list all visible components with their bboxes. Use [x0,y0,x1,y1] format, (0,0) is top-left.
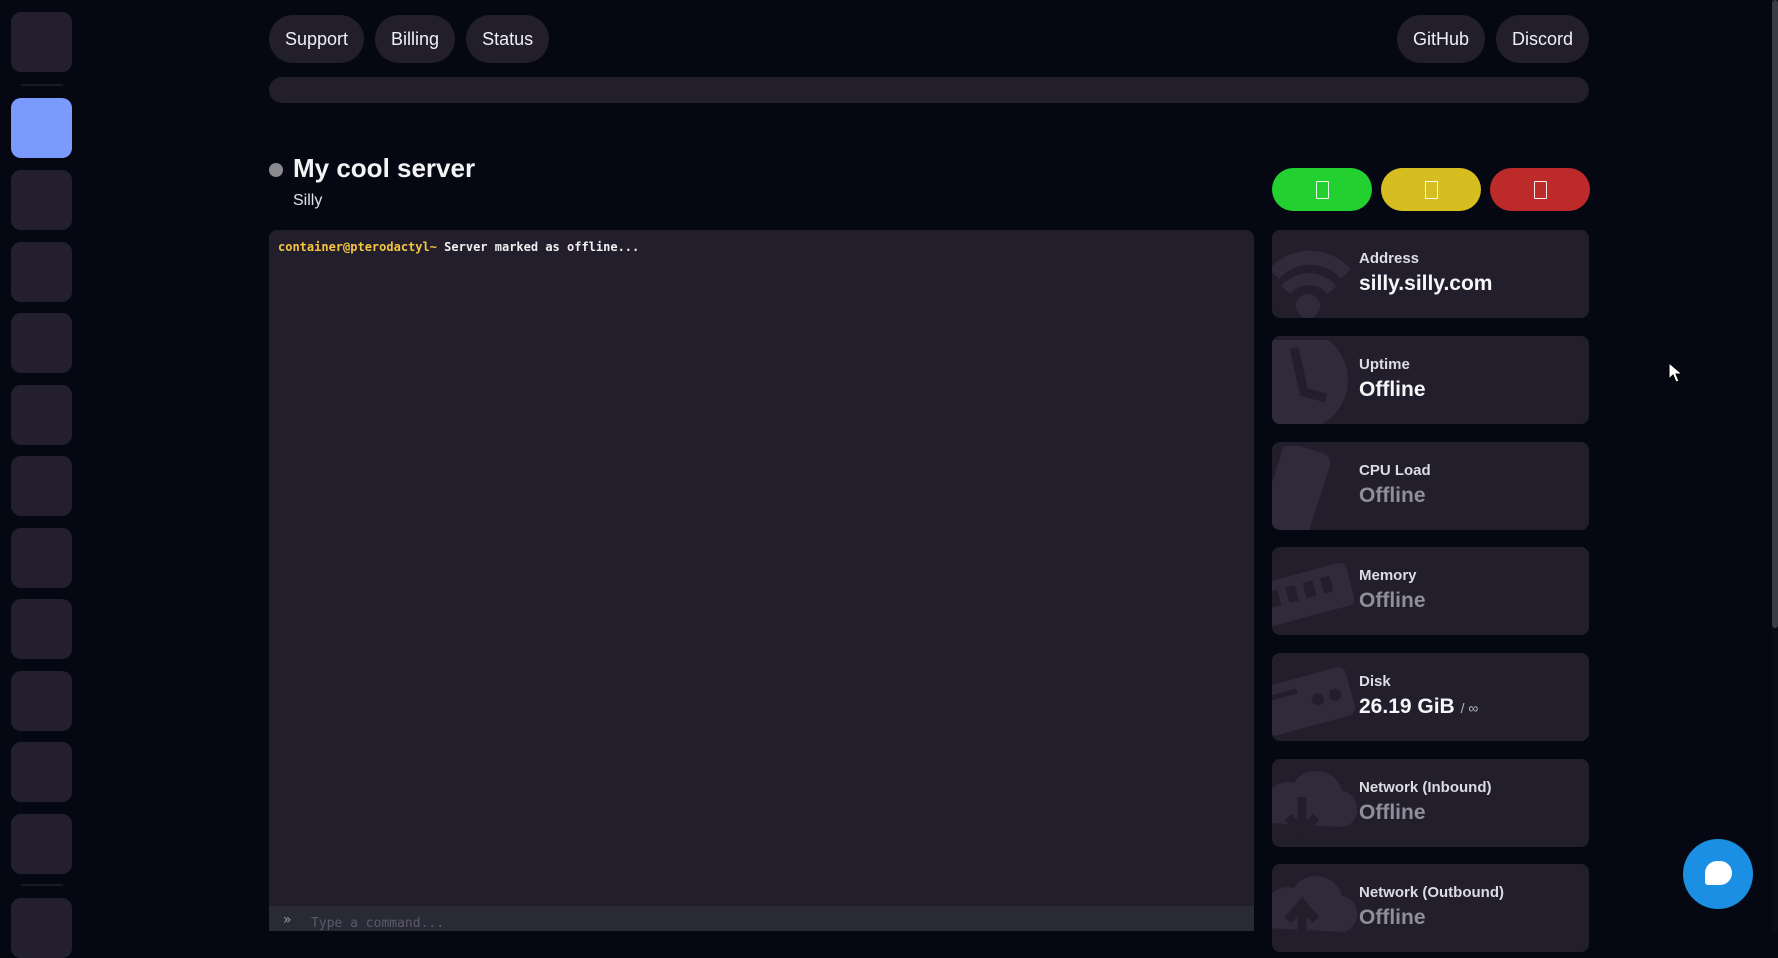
sidebar-item-account[interactable] [11,898,72,958]
stat-value: Offline [1359,484,1426,507]
stat-label: CPU Load [1359,462,1431,479]
stat-value: Offline [1359,378,1426,401]
stat-card-memory: Memory Offline [1272,547,1589,635]
loading-bar-fill [269,77,1589,103]
github-link[interactable]: GitHub [1396,15,1485,63]
console-line: container@pterodactyl~ Server marked as … [278,240,639,254]
cloud-upload-icon [1272,876,1357,938]
sidebar-item-activity[interactable] [11,742,72,802]
play-icon [1315,180,1329,199]
stat-card-address: Address silly.silly.com [1272,230,1589,318]
sidebar-item-network[interactable] [11,528,72,588]
stat-card-cpu: CPU Load Offline [1272,442,1589,530]
stat-label: Memory [1359,567,1417,584]
stat-value: silly.silly.com [1359,272,1493,295]
stop-button[interactable] [1490,168,1590,211]
sidebar-item-files[interactable] [11,170,72,230]
console-message: Server marked as offline... [436,240,640,254]
hdd-icon [1272,667,1356,736]
stat-label: Address [1359,250,1420,267]
sidebar-item-plugins[interactable] [11,814,72,874]
chat-widget-button[interactable] [1683,839,1753,909]
wifi-icon [1272,250,1352,318]
loading-bar [269,77,1589,103]
disk-limit: / ∞ [1460,700,1479,716]
status-link[interactable]: Status [466,15,550,63]
top-nav-left: Support Billing Status [269,15,550,63]
sidebar-divider [21,84,63,86]
discord-link[interactable]: Discord [1495,15,1589,63]
stat-card-network-outbound: Network (Outbound) Offline [1272,864,1589,952]
scrollbar-thumb[interactable] [1772,0,1778,628]
sidebar-item-schedules[interactable] [11,313,72,373]
cloud-download-icon [1272,771,1357,840]
stat-card-uptime: Uptime Offline [1272,336,1589,424]
stop-icon [1533,180,1547,199]
chevron-right-icon: » [283,912,292,928]
sidebar-logo-button[interactable] [11,12,72,72]
stat-label: Network (Outbound) [1359,884,1504,901]
sidebar-item-settings[interactable] [11,671,72,731]
command-bar: » [269,906,1254,931]
stat-value: Offline [1359,801,1426,824]
stat-label: Disk [1359,673,1391,690]
sidebar [0,0,82,958]
mouse-cursor-icon [1668,362,1684,383]
stat-value: 26.19 GiB / ∞ [1359,695,1478,719]
stat-card-network-inbound: Network (Inbound) Offline [1272,759,1589,847]
sidebar-item-databases[interactable] [11,242,72,302]
stat-value: Offline [1359,589,1426,612]
sidebar-item-backups[interactable] [11,456,72,516]
console-prompt: container@pterodactyl~ [278,240,437,254]
billing-link[interactable]: Billing [375,15,456,63]
chat-bubble-icon [1705,861,1732,885]
support-link[interactable]: Support [269,15,365,63]
disk-usage-value: 26.19 GiB [1359,695,1455,718]
sidebar-item-console[interactable] [11,98,72,158]
start-button[interactable] [1272,168,1372,211]
server-name: My cool server [293,153,476,183]
stat-value: Offline [1359,906,1426,929]
server-status-dot [269,163,283,177]
sidebar-item-users[interactable] [11,385,72,445]
command-input[interactable] [311,914,911,931]
page-scrollbar[interactable] [1772,0,1778,931]
stat-card-disk: Disk 26.19 GiB / ∞ [1272,653,1589,741]
stat-label: Network (Inbound) [1359,779,1492,796]
sidebar-item-startup[interactable] [11,599,72,659]
clock-icon [1272,340,1348,424]
restart-icon [1424,180,1438,199]
memory-icon [1272,562,1355,627]
sidebar-divider [21,884,63,886]
server-subtitle: Silly [293,192,323,209]
top-nav-right: GitHub Discord [1396,15,1589,63]
restart-button[interactable] [1381,168,1481,211]
console-panel[interactable]: container@pterodactyl~ Server marked as … [269,230,1254,931]
cpu-icon [1272,446,1331,530]
stat-label: Uptime [1359,356,1410,373]
